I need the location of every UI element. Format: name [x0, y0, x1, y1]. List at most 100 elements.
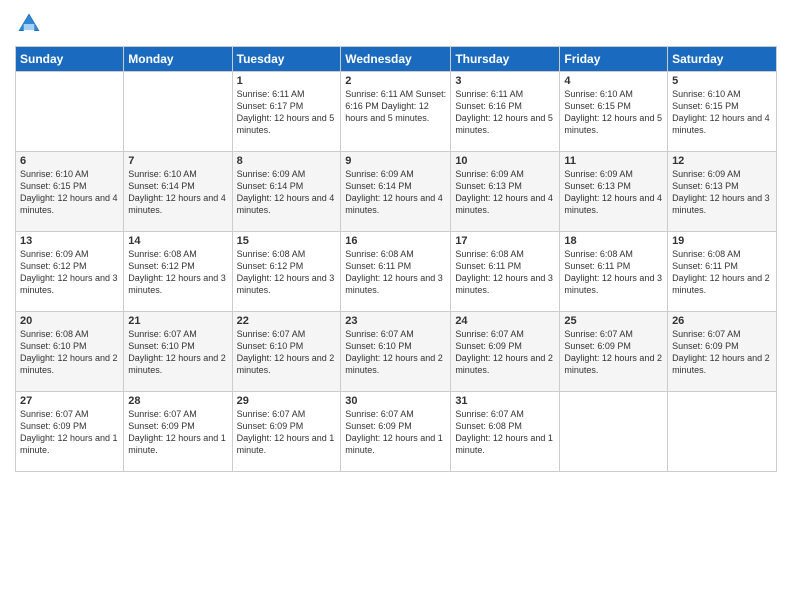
day-number: 19 — [672, 235, 772, 247]
day-info: Sunrise: 6:07 AM Sunset: 6:08 PM Dayligh… — [455, 408, 555, 457]
day-info: Sunrise: 6:08 AM Sunset: 6:11 PM Dayligh… — [672, 248, 772, 297]
day-cell: 19Sunrise: 6:08 AM Sunset: 6:11 PM Dayli… — [668, 232, 777, 312]
day-cell: 29Sunrise: 6:07 AM Sunset: 6:09 PM Dayli… — [232, 392, 341, 472]
day-number: 28 — [128, 395, 227, 407]
day-cell: 4Sunrise: 6:10 AM Sunset: 6:15 PM Daylig… — [560, 72, 668, 152]
day-cell: 12Sunrise: 6:09 AM Sunset: 6:13 PM Dayli… — [668, 152, 777, 232]
day-cell: 3Sunrise: 6:11 AM Sunset: 6:16 PM Daylig… — [451, 72, 560, 152]
day-info: Sunrise: 6:07 AM Sunset: 6:09 PM Dayligh… — [672, 328, 772, 377]
day-cell: 24Sunrise: 6:07 AM Sunset: 6:09 PM Dayli… — [451, 312, 560, 392]
day-info: Sunrise: 6:08 AM Sunset: 6:12 PM Dayligh… — [237, 248, 337, 297]
day-cell: 30Sunrise: 6:07 AM Sunset: 6:09 PM Dayli… — [341, 392, 451, 472]
day-info: Sunrise: 6:09 AM Sunset: 6:14 PM Dayligh… — [237, 168, 337, 217]
day-number: 16 — [345, 235, 446, 247]
day-info: Sunrise: 6:09 AM Sunset: 6:12 PM Dayligh… — [20, 248, 119, 297]
day-cell: 26Sunrise: 6:07 AM Sunset: 6:09 PM Dayli… — [668, 312, 777, 392]
day-info: Sunrise: 6:07 AM Sunset: 6:09 PM Dayligh… — [455, 328, 555, 377]
day-cell: 6Sunrise: 6:10 AM Sunset: 6:15 PM Daylig… — [16, 152, 124, 232]
day-cell — [560, 392, 668, 472]
day-cell: 27Sunrise: 6:07 AM Sunset: 6:09 PM Dayli… — [16, 392, 124, 472]
day-info: Sunrise: 6:09 AM Sunset: 6:13 PM Dayligh… — [564, 168, 663, 217]
weekday-monday: Monday — [124, 47, 232, 72]
day-info: Sunrise: 6:07 AM Sunset: 6:09 PM Dayligh… — [20, 408, 119, 457]
day-cell: 9Sunrise: 6:09 AM Sunset: 6:14 PM Daylig… — [341, 152, 451, 232]
day-number: 17 — [455, 235, 555, 247]
day-number: 11 — [564, 155, 663, 167]
weekday-sunday: Sunday — [16, 47, 124, 72]
day-cell: 16Sunrise: 6:08 AM Sunset: 6:11 PM Dayli… — [341, 232, 451, 312]
day-cell: 17Sunrise: 6:08 AM Sunset: 6:11 PM Dayli… — [451, 232, 560, 312]
day-cell: 31Sunrise: 6:07 AM Sunset: 6:08 PM Dayli… — [451, 392, 560, 472]
day-cell: 21Sunrise: 6:07 AM Sunset: 6:10 PM Dayli… — [124, 312, 232, 392]
day-cell: 5Sunrise: 6:10 AM Sunset: 6:15 PM Daylig… — [668, 72, 777, 152]
day-cell: 14Sunrise: 6:08 AM Sunset: 6:12 PM Dayli… — [124, 232, 232, 312]
day-info: Sunrise: 6:09 AM Sunset: 6:13 PM Dayligh… — [455, 168, 555, 217]
day-cell: 13Sunrise: 6:09 AM Sunset: 6:12 PM Dayli… — [16, 232, 124, 312]
day-info: Sunrise: 6:07 AM Sunset: 6:09 PM Dayligh… — [128, 408, 227, 457]
day-cell: 23Sunrise: 6:07 AM Sunset: 6:10 PM Dayli… — [341, 312, 451, 392]
day-info: Sunrise: 6:08 AM Sunset: 6:11 PM Dayligh… — [455, 248, 555, 297]
day-cell: 10Sunrise: 6:09 AM Sunset: 6:13 PM Dayli… — [451, 152, 560, 232]
day-info: Sunrise: 6:10 AM Sunset: 6:15 PM Dayligh… — [672, 88, 772, 137]
day-number: 8 — [237, 155, 337, 167]
day-cell: 18Sunrise: 6:08 AM Sunset: 6:11 PM Dayli… — [560, 232, 668, 312]
day-info: Sunrise: 6:10 AM Sunset: 6:15 PM Dayligh… — [20, 168, 119, 217]
day-cell: 11Sunrise: 6:09 AM Sunset: 6:13 PM Dayli… — [560, 152, 668, 232]
day-info: Sunrise: 6:08 AM Sunset: 6:12 PM Dayligh… — [128, 248, 227, 297]
day-number: 23 — [345, 315, 446, 327]
week-row-3: 13Sunrise: 6:09 AM Sunset: 6:12 PM Dayli… — [16, 232, 777, 312]
day-number: 18 — [564, 235, 663, 247]
day-number: 3 — [455, 75, 555, 87]
day-number: 13 — [20, 235, 119, 247]
day-number: 31 — [455, 395, 555, 407]
day-number: 5 — [672, 75, 772, 87]
header — [15, 10, 777, 38]
weekday-saturday: Saturday — [668, 47, 777, 72]
day-number: 6 — [20, 155, 119, 167]
day-number: 2 — [345, 75, 446, 87]
day-info: Sunrise: 6:11 AM Sunset: 6:17 PM Dayligh… — [237, 88, 337, 137]
day-cell: 1Sunrise: 6:11 AM Sunset: 6:17 PM Daylig… — [232, 72, 341, 152]
day-number: 4 — [564, 75, 663, 87]
day-cell: 15Sunrise: 6:08 AM Sunset: 6:12 PM Dayli… — [232, 232, 341, 312]
day-number: 24 — [455, 315, 555, 327]
day-cell: 7Sunrise: 6:10 AM Sunset: 6:14 PM Daylig… — [124, 152, 232, 232]
day-info: Sunrise: 6:10 AM Sunset: 6:15 PM Dayligh… — [564, 88, 663, 137]
day-number: 1 — [237, 75, 337, 87]
day-number: 30 — [345, 395, 446, 407]
weekday-thursday: Thursday — [451, 47, 560, 72]
page: SundayMondayTuesdayWednesdayThursdayFrid… — [0, 0, 792, 612]
day-cell: 20Sunrise: 6:08 AM Sunset: 6:10 PM Dayli… — [16, 312, 124, 392]
day-info: Sunrise: 6:11 AM Sunset: 6:16 PM Dayligh… — [345, 88, 446, 124]
day-info: Sunrise: 6:09 AM Sunset: 6:13 PM Dayligh… — [672, 168, 772, 217]
day-info: Sunrise: 6:08 AM Sunset: 6:11 PM Dayligh… — [345, 248, 446, 297]
day-cell: 28Sunrise: 6:07 AM Sunset: 6:09 PM Dayli… — [124, 392, 232, 472]
day-number: 7 — [128, 155, 227, 167]
day-number: 25 — [564, 315, 663, 327]
day-info: Sunrise: 6:11 AM Sunset: 6:16 PM Dayligh… — [455, 88, 555, 137]
day-number: 21 — [128, 315, 227, 327]
day-cell — [668, 392, 777, 472]
weekday-wednesday: Wednesday — [341, 47, 451, 72]
logo — [15, 10, 47, 38]
week-row-4: 20Sunrise: 6:08 AM Sunset: 6:10 PM Dayli… — [16, 312, 777, 392]
day-cell — [124, 72, 232, 152]
day-number: 20 — [20, 315, 119, 327]
day-info: Sunrise: 6:08 AM Sunset: 6:11 PM Dayligh… — [564, 248, 663, 297]
day-number: 27 — [20, 395, 119, 407]
day-number: 9 — [345, 155, 446, 167]
day-cell — [16, 72, 124, 152]
day-info: Sunrise: 6:07 AM Sunset: 6:09 PM Dayligh… — [345, 408, 446, 457]
day-info: Sunrise: 6:09 AM Sunset: 6:14 PM Dayligh… — [345, 168, 446, 217]
day-cell: 25Sunrise: 6:07 AM Sunset: 6:09 PM Dayli… — [560, 312, 668, 392]
day-cell: 8Sunrise: 6:09 AM Sunset: 6:14 PM Daylig… — [232, 152, 341, 232]
day-info: Sunrise: 6:07 AM Sunset: 6:09 PM Dayligh… — [564, 328, 663, 377]
day-number: 14 — [128, 235, 227, 247]
day-number: 29 — [237, 395, 337, 407]
week-row-1: 1Sunrise: 6:11 AM Sunset: 6:17 PM Daylig… — [16, 72, 777, 152]
weekday-friday: Friday — [560, 47, 668, 72]
week-row-2: 6Sunrise: 6:10 AM Sunset: 6:15 PM Daylig… — [16, 152, 777, 232]
logo-icon — [15, 10, 43, 38]
calendar-table: SundayMondayTuesdayWednesdayThursdayFrid… — [15, 46, 777, 472]
weekday-header-row: SundayMondayTuesdayWednesdayThursdayFrid… — [16, 47, 777, 72]
